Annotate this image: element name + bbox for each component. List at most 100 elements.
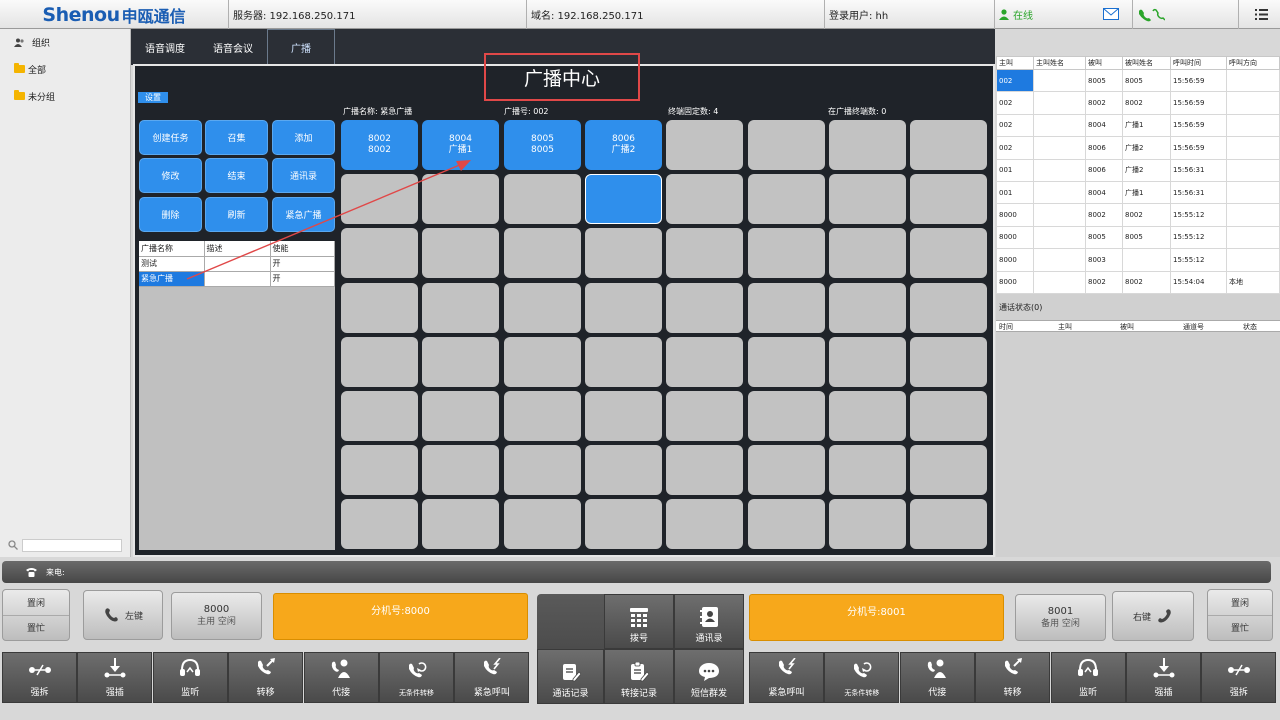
left-key-button[interactable]: 左键 xyxy=(83,590,163,640)
tree-item-ungrouped[interactable]: 未分组 xyxy=(0,85,130,107)
terminal-cell-active[interactable]: 8005 8005 xyxy=(504,120,581,170)
table-row[interactable]: 002 8002 8002 15:56:59 xyxy=(996,91,1280,115)
table-row[interactable]: 001 8006 广播2 15:56:31 xyxy=(996,158,1280,182)
busy-button[interactable]: 置忙 xyxy=(3,616,69,641)
busy-button[interactable]: 置忙 xyxy=(1208,616,1272,641)
terminal-cell-active[interactable]: 8006 广播2 xyxy=(585,120,662,170)
terminal-cell-empty[interactable] xyxy=(504,391,581,441)
terminal-cell-empty[interactable] xyxy=(748,337,825,387)
terminal-cell-empty[interactable] xyxy=(504,499,581,549)
table-row[interactable]: 8000 8003 15:55:12 xyxy=(996,248,1280,272)
terminal-cell-empty[interactable] xyxy=(910,337,987,387)
terminal-cell-empty[interactable] xyxy=(829,283,906,333)
transfer-button[interactable]: 转移 xyxy=(975,652,1051,703)
pickup-button[interactable]: 代接 xyxy=(303,652,379,703)
terminal-cell-empty[interactable] xyxy=(585,228,662,278)
terminal-cell-empty[interactable] xyxy=(910,174,987,224)
unconditional-forward-button[interactable]: 无条件转移 xyxy=(824,652,900,703)
terminal-cell-empty[interactable] xyxy=(585,283,662,333)
terminal-cell-empty[interactable] xyxy=(748,120,825,170)
terminal-cell-empty[interactable] xyxy=(748,174,825,224)
terminal-cell-empty[interactable] xyxy=(504,445,581,495)
search-input[interactable] xyxy=(22,539,122,552)
idle-button[interactable]: 置闲 xyxy=(3,590,69,616)
table-row[interactable]: 8000 8002 8002 15:55:12 xyxy=(996,203,1280,227)
terminal-cell-empty[interactable] xyxy=(504,337,581,387)
monitor-button[interactable]: 监听 xyxy=(152,652,228,703)
tab-broadcast[interactable]: 广播 xyxy=(267,29,335,65)
terminal-cell-empty[interactable] xyxy=(829,174,906,224)
tab-voice-dispatch[interactable]: 语音调度 xyxy=(131,29,199,65)
terminal-cell-empty[interactable] xyxy=(585,391,662,441)
terminal-cell-empty[interactable] xyxy=(910,228,987,278)
right-key-button[interactable]: 右键 xyxy=(1112,591,1194,641)
terminal-cell-empty[interactable] xyxy=(585,499,662,549)
terminal-cell-empty[interactable] xyxy=(748,228,825,278)
terminal-cell-empty[interactable] xyxy=(504,174,581,224)
terminal-cell-empty[interactable] xyxy=(910,391,987,441)
terminal-cell-empty[interactable] xyxy=(666,337,743,387)
tree-root[interactable]: 组织 xyxy=(0,31,130,53)
dial-button[interactable]: 拨号 xyxy=(604,594,674,649)
terminal-cell-empty[interactable] xyxy=(748,391,825,441)
terminal-cell-empty[interactable] xyxy=(829,391,906,441)
terminal-cell-empty[interactable] xyxy=(666,174,743,224)
force-insert-button[interactable]: 强插 xyxy=(77,652,153,703)
terminal-cell-empty[interactable] xyxy=(585,445,662,495)
terminal-cell-empty[interactable] xyxy=(422,391,499,441)
call-log-button[interactable]: 通话记录 xyxy=(537,649,604,704)
transfer-log-button[interactable]: 转接记录 xyxy=(604,649,674,704)
transfer-button[interactable]: 转移 xyxy=(228,652,304,703)
idle-button[interactable]: 置闲 xyxy=(1208,590,1272,616)
terminal-cell-empty[interactable] xyxy=(422,337,499,387)
tab-voice-conference[interactable]: 语音会议 xyxy=(199,29,267,65)
terminal-cell-empty[interactable] xyxy=(666,283,743,333)
emergency-call-button[interactable]: 紧急呼叫 xyxy=(749,652,824,703)
table-row[interactable]: 8000 8005 8005 15:55:12 xyxy=(996,225,1280,250)
table-row[interactable]: 8000 8002 8002 15:54:04 本地 xyxy=(996,270,1280,294)
pickup-button[interactable]: 代接 xyxy=(899,652,975,703)
terminal-cell-empty[interactable] xyxy=(666,120,743,170)
terminal-cell-empty[interactable] xyxy=(666,228,743,278)
terminal-cell-empty[interactable] xyxy=(504,283,581,333)
table-row[interactable]: 002 8005 8005 15:56:59 xyxy=(996,68,1280,93)
monitor-button[interactable]: 监听 xyxy=(1050,652,1126,703)
mail-icon[interactable] xyxy=(1103,8,1119,20)
contacts-book-button[interactable]: 通讯录 xyxy=(674,594,744,649)
terminal-cell-empty[interactable] xyxy=(910,283,987,333)
terminal-cell-empty[interactable] xyxy=(748,283,825,333)
terminal-cell-empty[interactable] xyxy=(666,499,743,549)
terminal-cell-empty[interactable] xyxy=(829,228,906,278)
emergency-call-button[interactable]: 紧急呼叫 xyxy=(454,652,530,703)
terminal-cell-empty[interactable] xyxy=(829,337,906,387)
terminal-cell-empty[interactable] xyxy=(504,228,581,278)
tree-item-all[interactable]: 全部 xyxy=(0,58,130,80)
unconditional-forward-button[interactable]: 无条件转移 xyxy=(379,652,454,703)
phone-status[interactable] xyxy=(1132,0,1238,29)
menu-button[interactable] xyxy=(1238,0,1280,29)
terminal-cell-empty[interactable] xyxy=(748,499,825,549)
terminal-cell-empty[interactable] xyxy=(829,445,906,495)
force-disconnect-button[interactable]: 强拆 xyxy=(1201,652,1277,703)
terminal-cell-empty[interactable] xyxy=(585,337,662,387)
terminal-cell-empty[interactable] xyxy=(341,499,418,549)
force-disconnect-button[interactable]: 强拆 xyxy=(2,652,77,703)
online-status[interactable]: 在线 xyxy=(994,0,1132,29)
table-row[interactable]: 001 8004 广播1 15:56:31 xyxy=(996,180,1280,205)
terminal-cell-empty[interactable] xyxy=(341,445,418,495)
settings-label[interactable]: 设置 xyxy=(138,92,168,103)
terminal-cell-empty[interactable] xyxy=(748,445,825,495)
table-row[interactable]: 002 8006 广播2 15:56:59 xyxy=(996,136,1280,160)
terminal-cell-empty[interactable] xyxy=(341,283,418,333)
terminal-cell-empty[interactable] xyxy=(666,391,743,441)
terminal-cell-empty[interactable] xyxy=(910,499,987,549)
force-insert-button[interactable]: 强插 xyxy=(1126,652,1201,703)
terminal-cell-empty[interactable] xyxy=(910,445,987,495)
terminal-cell-empty[interactable] xyxy=(422,283,499,333)
terminal-cell-empty[interactable] xyxy=(829,499,906,549)
terminal-cell-empty[interactable] xyxy=(829,120,906,170)
terminal-cell-empty[interactable] xyxy=(422,445,499,495)
terminal-cell-empty[interactable] xyxy=(910,120,987,170)
sms-broadcast-button[interactable]: 短信群发 xyxy=(674,649,744,704)
terminal-cell-empty[interactable] xyxy=(341,391,418,441)
